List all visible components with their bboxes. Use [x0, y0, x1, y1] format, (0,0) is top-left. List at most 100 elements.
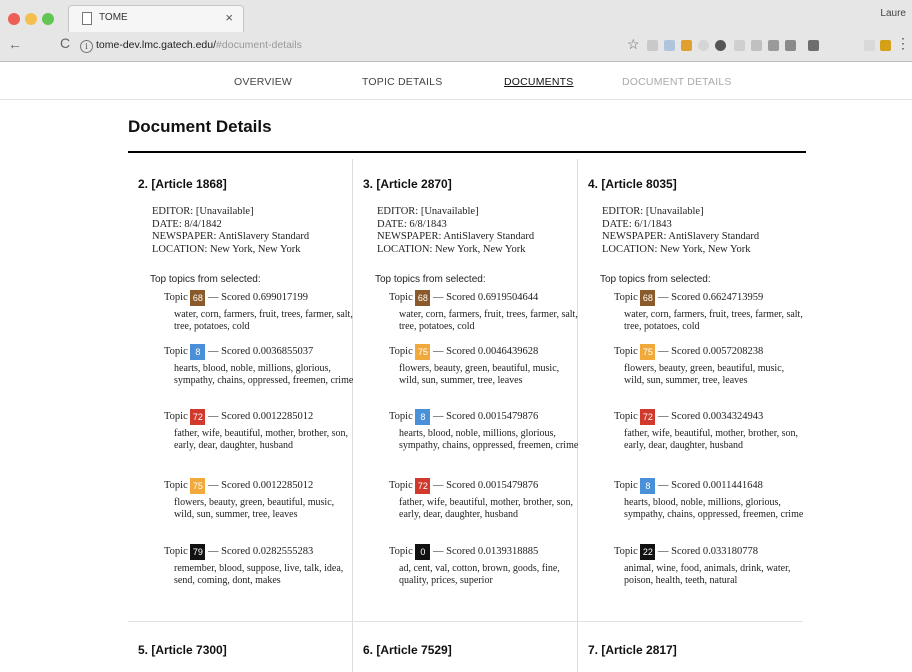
topic-score: — Scored 0.6624713959 — [658, 292, 764, 303]
extension-icon[interactable] — [785, 40, 796, 51]
topic-badge[interactable]: 75 — [640, 344, 656, 360]
topic-score: — Scored 0.0015479876 — [433, 480, 539, 491]
topic-words: animal, wine, food, animals, drink, wate… — [624, 563, 791, 586]
extension-icon[interactable] — [664, 40, 675, 51]
extension-icon[interactable] — [864, 40, 875, 51]
editor-line: EDITOR: [Unavailable] — [377, 206, 479, 217]
article-card: 4. [Article 8035] EDITOR: [Unavailable] … — [578, 159, 803, 621]
topic-badge[interactable]: 75 — [415, 344, 431, 360]
nav-documents[interactable]: DOCUMENTS — [504, 76, 573, 88]
browser-menu-icon[interactable]: ⋮ — [896, 35, 910, 52]
topic-badge[interactable]: 68 — [190, 290, 206, 306]
tab-close-icon[interactable]: × — [225, 10, 233, 25]
reload-button[interactable]: C — [60, 35, 70, 51]
topic-badge[interactable]: 22 — [640, 544, 656, 560]
topic-label: Topic — [614, 346, 638, 357]
topic-badge[interactable]: 72 — [640, 409, 656, 425]
article-meta: EDITOR: [Unavailable] DATE: 6/8/1843 NEW… — [377, 206, 534, 256]
article-heading[interactable]: 4. [Article 8035] — [588, 177, 677, 191]
article-heading[interactable]: 7. [Article 2817] — [588, 643, 677, 657]
top-topics-label: Top topics from selected: — [150, 274, 261, 285]
topic-badge[interactable]: 68 — [415, 290, 431, 306]
browser-tab[interactable]: TOME × — [68, 5, 244, 32]
topic-label: Topic — [164, 546, 188, 557]
topic-badge[interactable]: 8 — [415, 409, 431, 425]
topic-words: hearts, blood, noble, millions, glorious… — [624, 497, 804, 520]
topic-label: Topic — [164, 346, 188, 357]
article-card: 2. [Article 1868] EDITOR: [Unavailable] … — [128, 159, 353, 621]
location-line: LOCATION: New York, New York — [602, 243, 751, 255]
app-nav: OVERVIEW TOPIC DETAILS DOCUMENTS DOCUMEN… — [0, 62, 912, 100]
topic-label: Topic — [389, 292, 413, 303]
nav-overview[interactable]: OVERVIEW — [234, 76, 292, 88]
newspaper-line: NEWSPAPER: AntiSlavery Standard — [152, 231, 310, 242]
page-title: Document Details — [128, 117, 272, 136]
article-card: 6. [Article 7529] — [353, 621, 578, 672]
profile-name[interactable]: Laure — [880, 8, 906, 19]
topic-words: father, wife, beautiful, mother, brother… — [624, 428, 799, 451]
topic-score: — Scored 0.0139318885 — [433, 546, 539, 557]
topic-entry: Topic 72 — Scored 0.0012285012 father, w… — [164, 409, 352, 451]
extension-icon[interactable] — [734, 40, 745, 51]
zoom-window-button[interactable] — [42, 13, 54, 25]
extension-icon[interactable] — [698, 40, 709, 51]
extension-icon[interactable] — [768, 40, 779, 51]
topic-badge[interactable]: 68 — [640, 290, 656, 306]
topic-badge[interactable]: 0 — [415, 544, 431, 560]
topic-label: Topic — [164, 411, 188, 422]
topic-label: Topic — [164, 480, 188, 491]
topic-badge[interactable]: 8 — [640, 478, 656, 494]
topic-score: — Scored 0.0057208238 — [658, 346, 764, 357]
extension-icon[interactable] — [681, 40, 692, 51]
topic-words: ad, cent, val, cotton, brown, goods, fin… — [399, 563, 560, 586]
top-topics-label: Top topics from selected: — [600, 274, 711, 285]
topic-entry: Topic 8 — Scored 0.0015479876 hearts, bl… — [389, 409, 578, 451]
topic-entry: Topic 8 — Scored 0.0036855037 hearts, bl… — [164, 344, 353, 386]
topic-badge[interactable]: 79 — [190, 544, 206, 560]
article-heading[interactable]: 2. [Article 1868] — [138, 177, 227, 191]
nav-document-details: DOCUMENT DETAILS — [622, 76, 732, 88]
url-text[interactable]: tome-dev.lmc.gatech.edu/#document-detail… — [96, 39, 302, 51]
date-line: DATE: 6/1/1843 — [602, 218, 672, 230]
extension-icon[interactable] — [647, 40, 658, 51]
nav-topic-details[interactable]: TOPIC DETAILS — [362, 76, 442, 88]
info-icon[interactable]: i — [80, 40, 93, 53]
newspaper-line: NEWSPAPER: AntiSlavery Standard — [602, 231, 760, 242]
extension-icon[interactable] — [880, 40, 891, 51]
close-window-button[interactable] — [8, 13, 20, 25]
topic-score: — Scored 0.0036855037 — [208, 346, 314, 357]
topic-badge[interactable]: 72 — [190, 409, 206, 425]
topic-entry: Topic 75 — Scored 0.0057208238 flowers, … — [614, 344, 802, 386]
location-line: LOCATION: New York, New York — [152, 243, 301, 255]
extension-icon[interactable] — [751, 40, 762, 51]
page-icon — [82, 12, 92, 25]
topic-entry: Topic 75 — Scored 0.0012285012 flowers, … — [164, 478, 352, 520]
topic-entry: Topic 79 — Scored 0.0282555283 remember,… — [164, 544, 352, 586]
article-heading[interactable]: 6. [Article 7529] — [363, 643, 452, 657]
topic-score: — Scored 0.0011441648 — [658, 480, 763, 491]
article-heading[interactable]: 5. [Article 7300] — [138, 643, 227, 657]
minimize-window-button[interactable] — [25, 13, 37, 25]
topic-badge[interactable]: 75 — [190, 478, 206, 494]
extension-icon[interactable] — [808, 40, 819, 51]
address-bar[interactable]: i tome-dev.lmc.gatech.edu/#document-deta… — [80, 38, 600, 57]
article-heading[interactable]: 3. [Article 2870] — [363, 177, 452, 191]
topic-score: — Scored 0.6919504644 — [433, 292, 539, 303]
topic-entry: Topic 0 — Scored 0.0139318885 ad, cent, … — [389, 544, 577, 586]
editor-line: EDITOR: [Unavailable] — [602, 206, 704, 217]
topic-badge[interactable]: 72 — [415, 478, 431, 494]
topic-words: flowers, beauty, green, beautiful, music… — [624, 363, 785, 386]
browser-chrome: TOME × Laure ← C i tome-dev.lmc.gatech.e… — [0, 0, 912, 62]
title-divider — [128, 151, 806, 153]
topic-entry: Topic 75 — Scored 0.0046439628 flowers, … — [389, 344, 577, 386]
back-button[interactable]: ← — [8, 36, 22, 52]
bookmark-star-icon[interactable]: ☆ — [627, 36, 640, 53]
topic-label: Topic — [389, 546, 413, 557]
url-fragment: #document-details — [216, 39, 302, 51]
topic-label: Topic — [614, 546, 638, 557]
topic-label: Topic — [389, 480, 413, 491]
topic-words: remember, blood, suppose, live, talk, id… — [174, 563, 344, 586]
topic-label: Topic — [164, 292, 188, 303]
topic-badge[interactable]: 8 — [190, 344, 206, 360]
extension-icon[interactable] — [715, 40, 726, 51]
